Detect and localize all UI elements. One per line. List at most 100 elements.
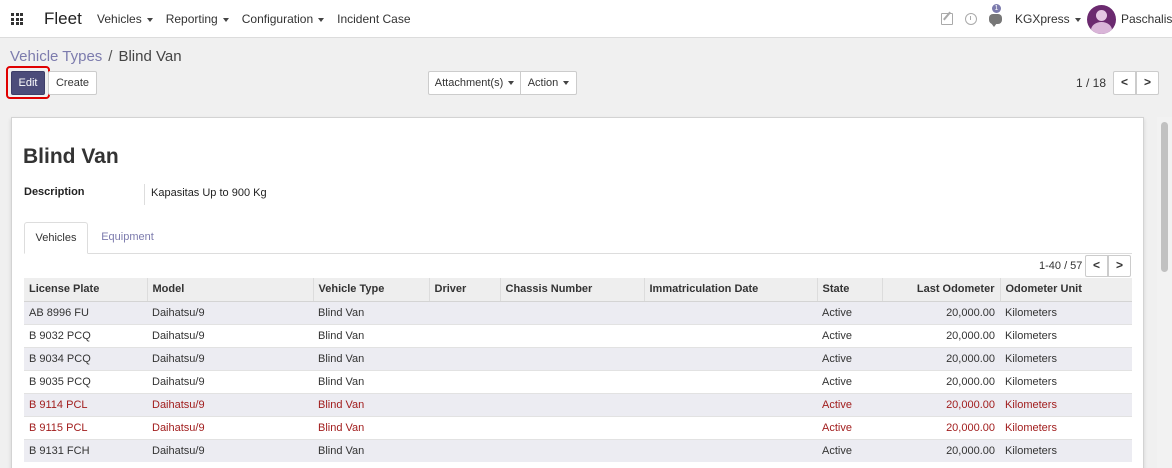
cell-license-plate: AB 8996 FU [24,300,147,324]
cell-odometer-unit: Kilometers [1000,415,1132,439]
cell-immatriculation-date [644,369,817,393]
edit-button[interactable]: Edit [11,71,45,95]
menu-vehicles[interactable]: Vehicles [97,12,153,26]
field-divider [144,184,145,205]
cell-driver [429,300,500,324]
cell-license-plate: B 9035 PCQ [24,369,147,393]
avatar[interactable] [1087,5,1116,34]
cell-state: Active [817,300,882,324]
table-row[interactable]: B 9034 PCQ Daihatsu/9 Blind Van Active 20,00… [24,346,1132,370]
cell-driver [429,392,500,416]
pager-previous-button[interactable]: < [1113,71,1136,95]
scrollbar-thumb[interactable] [1161,122,1168,272]
menu-incident-case[interactable]: Incident Case [337,12,410,26]
caret-down-icon [508,81,515,86]
column-vehicle-type[interactable]: Vehicle Type [312,278,429,302]
cell-last-odometer: 20,000.00 [882,415,1000,439]
cell-vehicle-type: Blind Van [313,369,429,393]
table-row[interactable]: AB 8996 FU Daihatsu/9 Blind Van Active 20,00… [24,300,1132,324]
cell-last-odometer: 20,000.00 [882,346,1000,370]
description-label: Description [24,186,85,198]
description-value: Kapasitas Up to 900 Kg [151,187,267,199]
cell-chassis-number [500,346,644,370]
table-row[interactable]: B 9131 FCH Daihatsu/9 Blind Van Active 20,00… [24,438,1132,462]
main-menu: Vehicles Reporting Configuration Inciden… [97,12,424,26]
table-header-row: License Plate Model Vehicle Type Driver … [24,278,1132,302]
tabs-divider [24,253,1132,254]
cell-vehicle-type: Blind Van [313,346,429,370]
menu-reporting[interactable]: Reporting [166,12,229,26]
tab-equipment[interactable]: Equipment [91,222,164,254]
list-previous-button[interactable]: < [1085,255,1108,277]
column-last-odometer[interactable]: Last Odometer [881,278,1000,302]
cell-model: Daihatsu/9 [147,392,313,416]
cell-model: Daihatsu/9 [147,323,313,347]
cell-last-odometer: 20,000.00 [882,392,1000,416]
cell-chassis-number [500,323,644,347]
cell-vehicle-type: Blind Van [313,438,429,462]
cell-model: Daihatsu/9 [147,438,313,462]
cell-odometer-unit: Kilometers [1000,369,1132,393]
cell-immatriculation-date [644,323,817,347]
cell-odometer-unit: Kilometers [1000,323,1132,347]
cell-immatriculation-date [644,415,817,439]
cell-immatriculation-date [644,346,817,370]
app-name[interactable]: Fleet [44,9,82,29]
cell-last-odometer: 20,000.00 [882,369,1000,393]
column-driver[interactable]: Driver [428,278,500,302]
menu-configuration[interactable]: Configuration [242,12,325,26]
list-next-button[interactable]: > [1108,255,1131,277]
column-odometer-unit[interactable]: Odometer Unit [999,278,1132,302]
column-immatriculation-date[interactable]: Immatriculation Date [643,278,817,302]
record-title: Blind Van [23,145,119,168]
table-row[interactable]: B 9115 PCL Daihatsu/9 Blind Van Active 20,00… [24,415,1132,439]
cell-driver [429,369,500,393]
cell-license-plate: B 9114 PCL [24,392,147,416]
cell-state: Active [817,346,882,370]
cell-license-plate: B 9034 PCQ [24,346,147,370]
cell-driver [429,346,500,370]
breadcrumb-vehicle-types[interactable]: Vehicle Types [10,48,102,65]
cell-state: Active [817,415,882,439]
column-license-plate[interactable]: License Plate [24,278,147,302]
cell-model: Daihatsu/9 [147,300,313,324]
cell-vehicle-type: Blind Van [313,300,429,324]
breadcrumb: Vehicle Types / Blind Van [10,48,182,65]
company-switcher[interactable]: KGXpress [1015,12,1081,26]
apps-grid-icon[interactable] [11,13,23,25]
chat-badge: 1 [992,4,1001,13]
action-dropdown[interactable]: Action [520,71,577,95]
table-row[interactable]: B 9035 PCQ Daihatsu/9 Blind Van Active 20,00… [24,369,1132,393]
column-state[interactable]: State [816,278,882,302]
clock-icon[interactable] [965,13,977,25]
cell-state: Active [817,369,882,393]
attachments-dropdown[interactable]: Attachment(s) [428,71,521,95]
cell-chassis-number [500,369,644,393]
list-pager-value[interactable]: 1-40 / 57 [1039,260,1082,272]
edit-icon[interactable] [941,13,953,25]
cell-chassis-number [500,392,644,416]
cell-state: Active [817,392,882,416]
cell-vehicle-type: Blind Van [313,392,429,416]
record-pager-value[interactable]: 1 / 18 [1076,76,1106,90]
table-row[interactable]: B 9032 PCQ Daihatsu/9 Blind Van Active 20,00… [24,323,1132,347]
cell-vehicle-type: Blind Van [313,415,429,439]
cell-model: Daihatsu/9 [147,369,313,393]
cell-model: Daihatsu/9 [147,346,313,370]
vehicles-table: License Plate Model Vehicle Type Driver … [24,278,1132,462]
tab-vehicles[interactable]: Vehicles [24,222,88,254]
table-row[interactable]: B 9114 PCL Daihatsu/9 Blind Van Active 20,00… [24,392,1132,416]
cell-last-odometer: 20,000.00 [882,323,1000,347]
chat-icon[interactable] [989,14,1002,27]
pager-next-button[interactable]: > [1136,71,1159,95]
cell-odometer-unit: Kilometers [1000,392,1132,416]
user-menu[interactable]: Paschalis [1121,12,1172,26]
cell-odometer-unit: Kilometers [1000,346,1132,370]
column-chassis-number[interactable]: Chassis Number [499,278,644,302]
column-model[interactable]: Model [146,278,313,302]
breadcrumb-current: Blind Van [118,48,182,65]
create-button[interactable]: Create [48,71,97,95]
cell-license-plate: B 9032 PCQ [24,323,147,347]
cell-state: Active [817,323,882,347]
breadcrumb-separator: / [108,48,113,65]
